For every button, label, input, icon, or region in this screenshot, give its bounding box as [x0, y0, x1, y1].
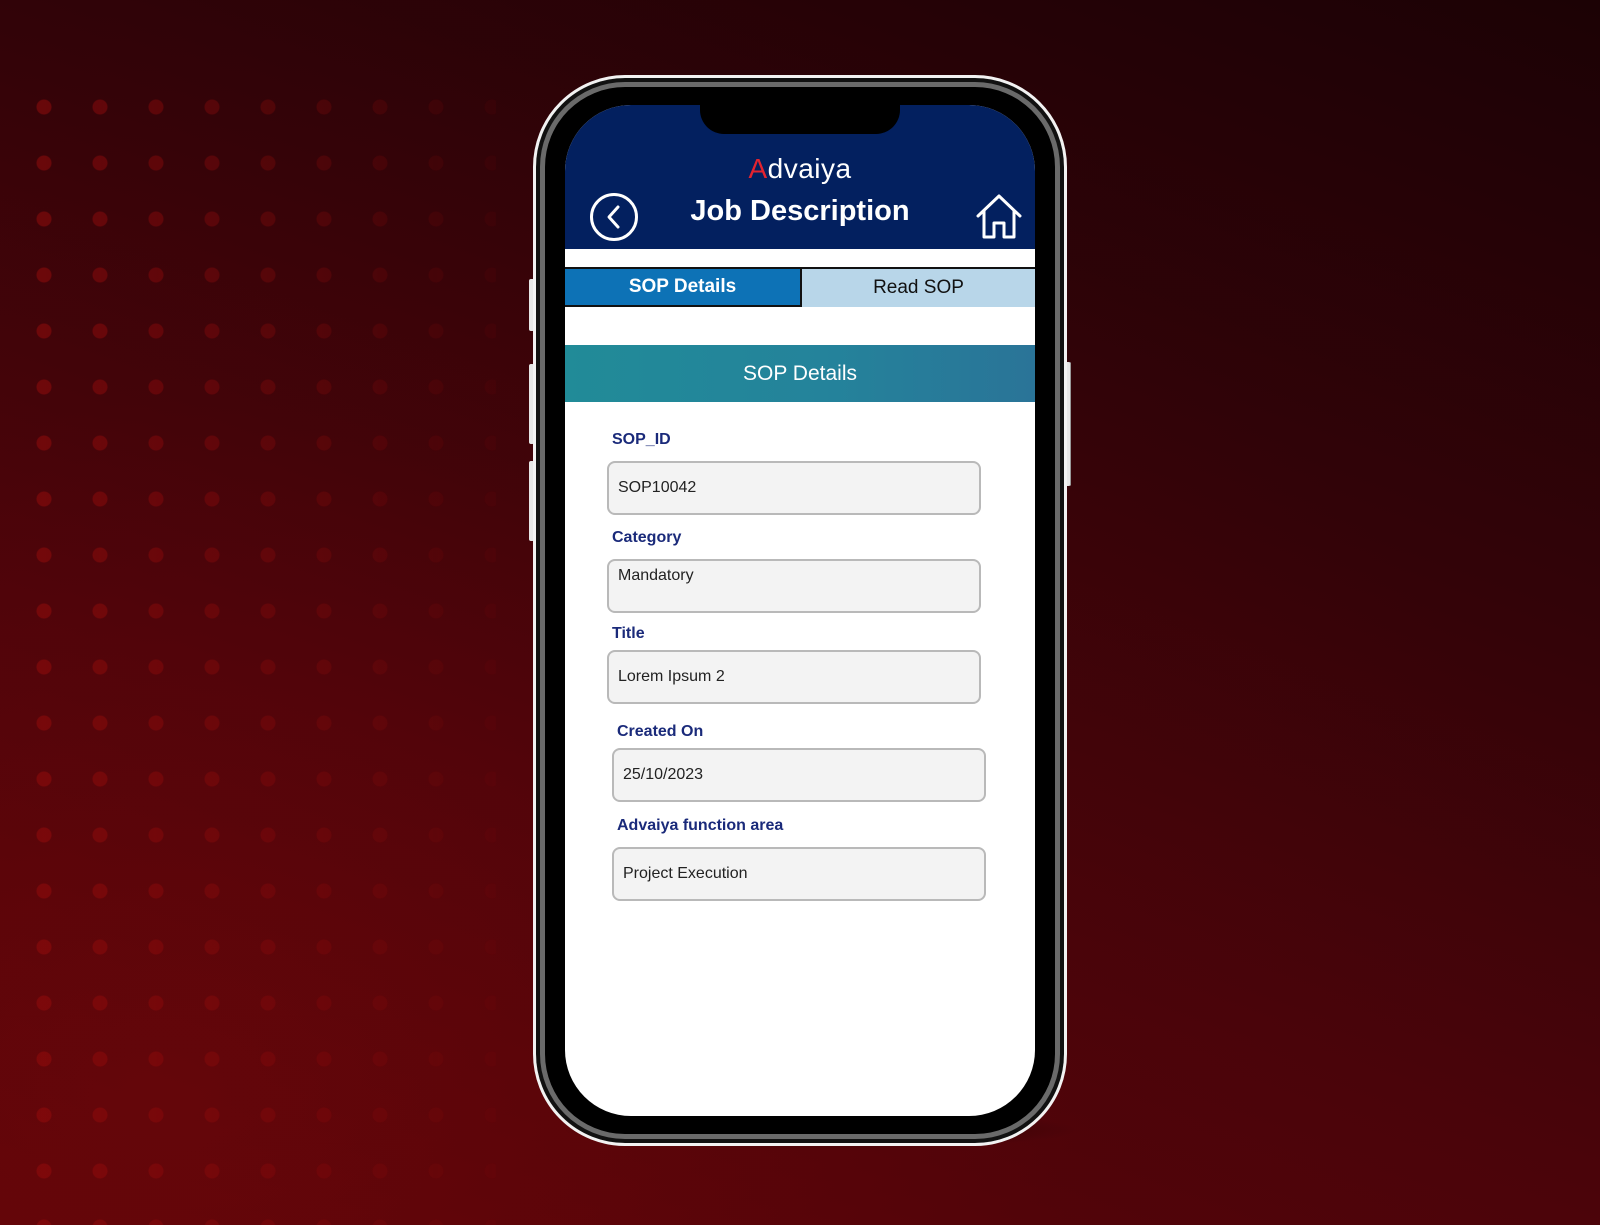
- section-banner: SOP Details: [565, 345, 1035, 402]
- phone-screen: Advaiya Job Description SOP Details Read…: [565, 105, 1035, 1116]
- tab-sop-details[interactable]: SOP Details: [565, 269, 802, 307]
- function-area-label: Advaiya function area: [617, 817, 784, 834]
- title-field[interactable]: Lorem Ipsum 2: [607, 650, 981, 704]
- background-dot-pattern: [16, 79, 496, 1225]
- category-label: Category: [612, 529, 682, 546]
- home-icon: [976, 194, 1022, 239]
- brand-logo-text: dvaiya: [767, 153, 852, 184]
- brand-logo: Advaiya: [565, 153, 1035, 185]
- function-area-field[interactable]: Project Execution: [612, 847, 986, 901]
- home-button[interactable]: [975, 193, 1023, 241]
- created-on-label: Created On: [617, 723, 704, 740]
- sop-id-field[interactable]: SOP10042: [607, 461, 981, 515]
- created-on-field[interactable]: 25/10/2023: [612, 748, 986, 802]
- title-label: Title: [612, 625, 645, 642]
- category-field[interactable]: Mandatory: [607, 559, 981, 613]
- tab-read-sop[interactable]: Read SOP: [802, 269, 1035, 307]
- tab-bar: SOP Details Read SOP: [565, 267, 1035, 307]
- sop-id-label: SOP_ID: [612, 431, 671, 448]
- phone-notch: [700, 100, 900, 134]
- page-title: Job Description: [690, 195, 910, 227]
- brand-logo-accent: A: [748, 153, 768, 184]
